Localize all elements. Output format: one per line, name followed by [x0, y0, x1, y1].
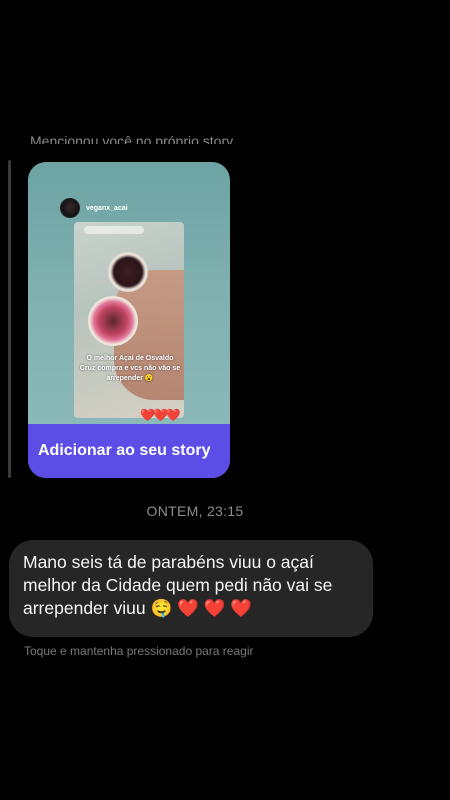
reply-indicator-bar: [8, 160, 11, 478]
story-username: veganx_acai: [86, 204, 128, 212]
photo-mention-tag: [84, 226, 144, 234]
story-header: veganx_acai: [60, 198, 128, 218]
story-caption: O melhor Açaí de Osvaldo Cruz compra e v…: [79, 355, 181, 382]
acai-cup-bottom: [88, 296, 138, 346]
message-timestamp: ONTEM, 23:15: [146, 503, 244, 519]
add-to-story-button[interactable]: Adicionar ao seu story: [28, 424, 230, 478]
story-mention-note: Mencionou você no próprio story: [30, 133, 234, 144]
story-avatar: [60, 198, 80, 218]
react-hint: Toque e mantenha pressionado para reagir: [24, 644, 254, 658]
story-photo: [74, 222, 184, 418]
story-hearts: ❤️❤️❤️: [140, 408, 181, 422]
message-text: Mano seis tá de parabéns viuu o açaí mel…: [23, 552, 333, 618]
message-bubble[interactable]: Mano seis tá de parabéns viuu o açaí mel…: [9, 540, 373, 637]
story-preview-card[interactable]: veganx_acai O melhor Açaí de Osvaldo Cru…: [28, 162, 230, 478]
acai-cup-top: [108, 252, 148, 292]
